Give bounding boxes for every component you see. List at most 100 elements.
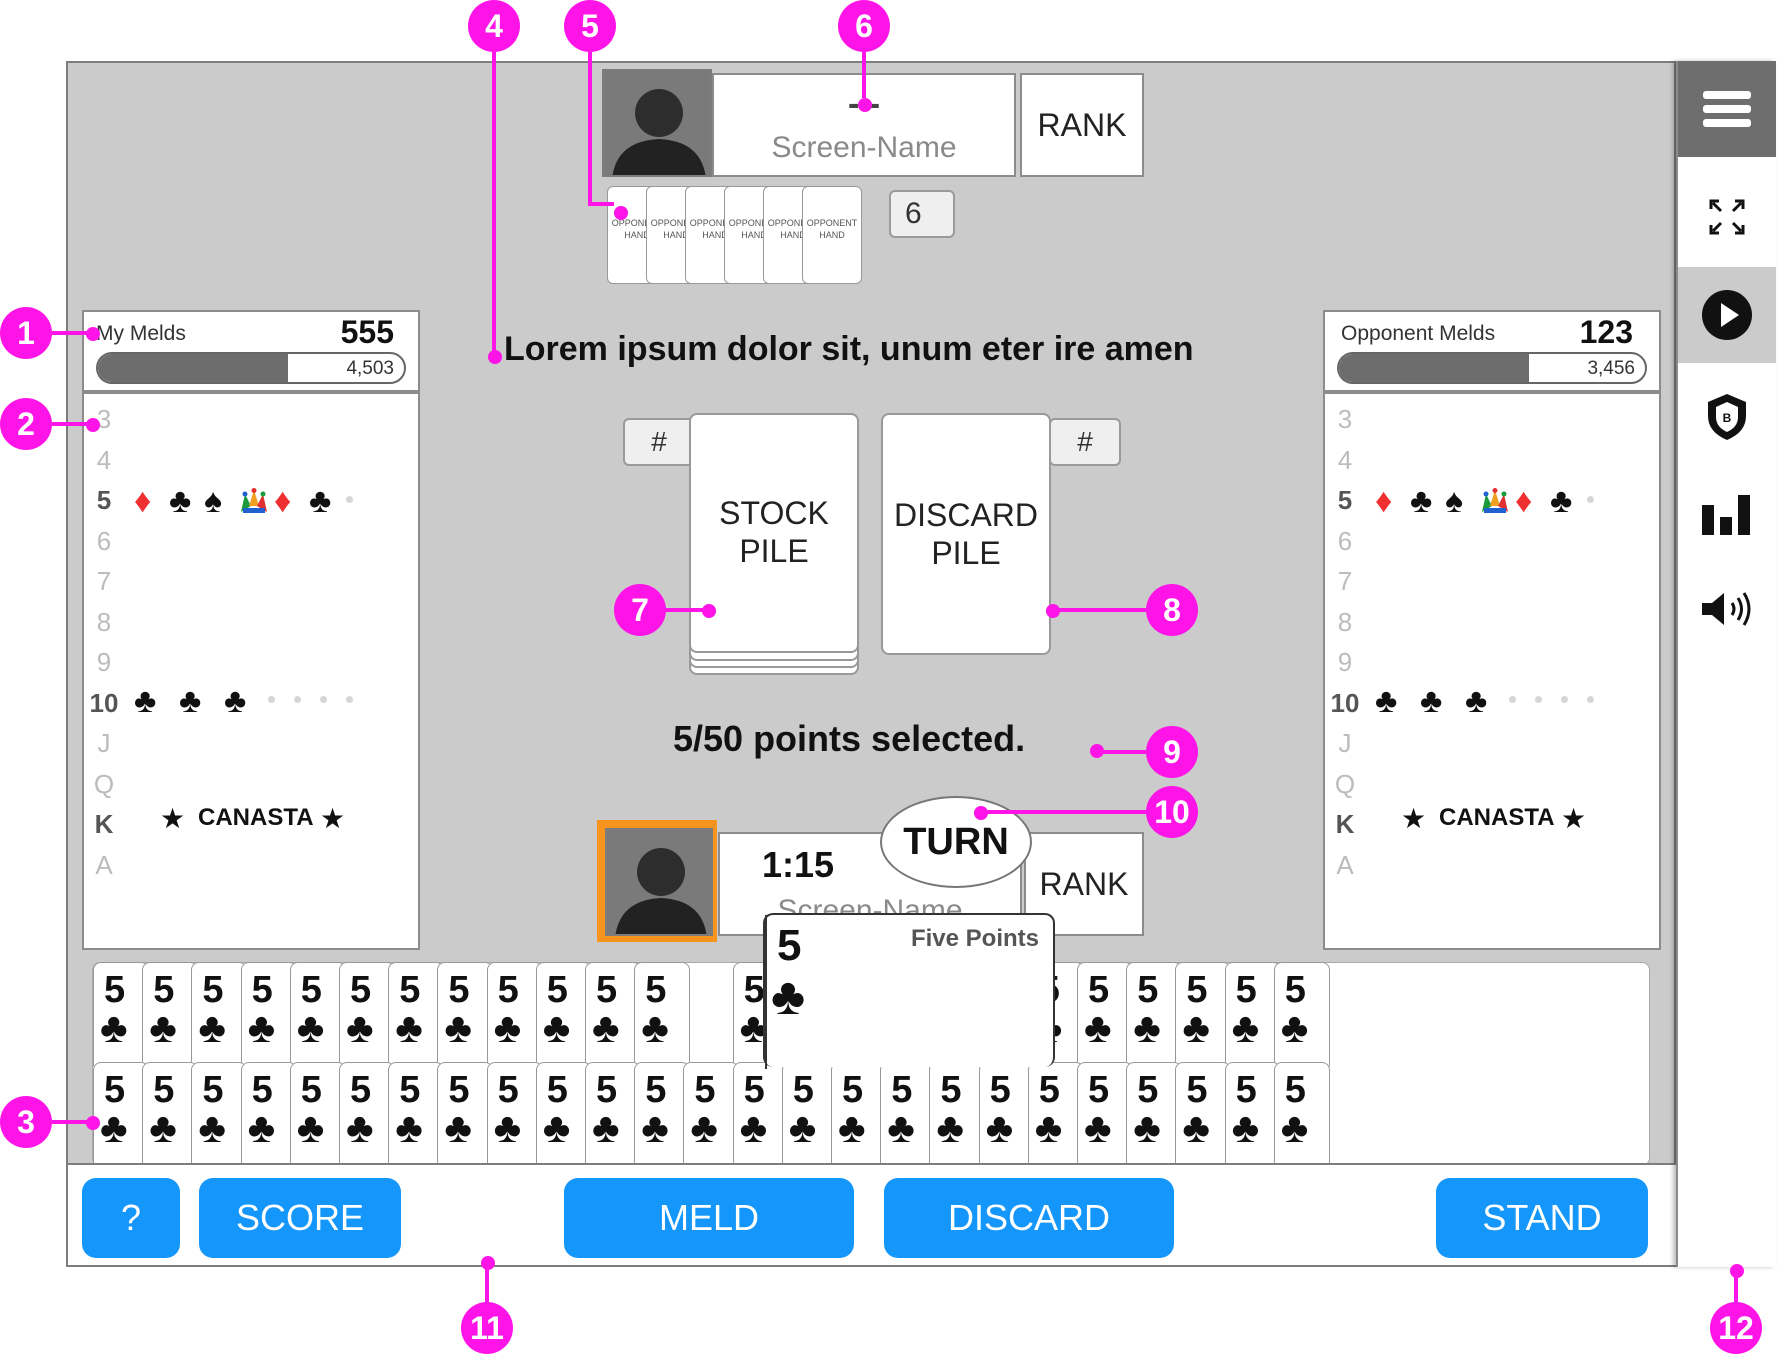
club-icon: ♣ — [1465, 682, 1488, 720]
hand-card[interactable]: 5♣ — [388, 1062, 445, 1172]
hand-card[interactable]: 5♣ — [1224, 962, 1281, 1072]
volume-button[interactable] — [1678, 561, 1776, 657]
badge-icon: B — [1708, 394, 1746, 440]
hand-card[interactable]: 5♣ — [191, 1062, 248, 1172]
hand-card[interactable]: 5♣ — [1126, 1062, 1183, 1172]
hand-card[interactable]: 5♣ — [781, 1062, 838, 1172]
discard-count: # — [1049, 418, 1121, 466]
callout-dot — [614, 206, 628, 220]
meld-row-label: J — [1338, 728, 1352, 758]
hand-card[interactable]: 5♣ — [535, 1062, 592, 1172]
meld-row-label: 7 — [1337, 566, 1353, 596]
callout-badge: 5 — [564, 0, 616, 52]
meld-row-label: 10 — [1330, 687, 1360, 718]
hand-card-suit: ♣ — [149, 1004, 177, 1051]
stock-pile[interactable]: STOCK PILE — [689, 413, 859, 675]
meld-row-label: J — [97, 728, 111, 758]
hand-card[interactable]: 5♣ — [683, 1062, 740, 1172]
meld-row-label: A — [95, 849, 113, 880]
hand-card[interactable]: 5♣ — [585, 1062, 641, 1172]
menu-button[interactable] — [1678, 61, 1776, 157]
hand-card[interactable]: 5♣ — [93, 1062, 149, 1172]
hand-card[interactable]: 5♣ — [1273, 1062, 1330, 1172]
club-icon: ♣ — [169, 482, 192, 520]
fullscreen-button[interactable] — [1678, 169, 1776, 265]
hand-card[interactable]: 5♣ — [486, 1062, 543, 1172]
diamond-icon: ♦ — [1375, 482, 1393, 520]
hand-card[interactable]: 5♣ — [1126, 962, 1183, 1072]
tooltip-text: Five Points — [910, 925, 1039, 952]
discard-button[interactable]: DISCARD — [884, 1178, 1174, 1258]
hand-card-suit: ♣ — [936, 1104, 964, 1151]
meld-button[interactable]: MELD — [564, 1178, 854, 1258]
opp-melds-header: Opponent Melds 123 3,456 — [1323, 310, 1661, 392]
hand-card[interactable]: 5♣ — [880, 1062, 937, 1172]
help-button[interactable]: ? — [82, 1178, 180, 1258]
hand-card[interactable]: 5♣ — [93, 962, 149, 1072]
hand-card[interactable]: 5♣ — [1273, 962, 1330, 1072]
hand-card-suit: ♣ — [1034, 1104, 1063, 1151]
hand-card[interactable]: 5♣ — [339, 962, 395, 1072]
hand-card[interactable]: 5♣ — [437, 962, 494, 1072]
hand-card[interactable]: 5♣ — [289, 962, 346, 1072]
play-button[interactable] — [1678, 267, 1776, 363]
hand-card[interactable]: 5♣ — [142, 962, 199, 1072]
game-message: Lorem ipsum dolor sit, unum eter ire ame… — [504, 330, 1194, 368]
hand-card[interactable]: 5♣ — [535, 962, 592, 1072]
opp-melds-progress: 3,456 — [1337, 352, 1647, 384]
player-avatar — [605, 828, 713, 936]
discard-pile[interactable]: DISCARD PILE — [881, 413, 1051, 655]
callout-dot — [1046, 604, 1060, 618]
hand-card-suit: ♣ — [493, 1104, 522, 1151]
hand-card-suit: ♣ — [444, 1104, 472, 1151]
hand-card[interactable]: 5♣ — [1027, 1062, 1084, 1172]
discard-label-2: PILE — [931, 535, 1001, 571]
hand-card[interactable]: 5♣ — [1224, 1062, 1281, 1172]
hand-card[interactable]: 5♣ — [388, 962, 445, 1072]
hand-card[interactable]: 5♣ — [240, 962, 297, 1072]
empty-slot-dot — [320, 696, 327, 703]
stand-button[interactable]: STAND — [1436, 1178, 1648, 1258]
hand-card[interactable]: 5♣ — [831, 1062, 887, 1172]
hand-card[interactable]: 5♣ — [585, 962, 641, 1072]
hand-card[interactable]: 5♣ — [437, 1062, 494, 1172]
empty-slot-dot — [294, 696, 301, 703]
hand-card-suit: ♣ — [887, 1104, 915, 1151]
score-button[interactable]: SCORE — [199, 1178, 401, 1258]
hand-card-suit: ♣ — [542, 1004, 571, 1051]
hand-card[interactable]: 5♣ — [191, 962, 248, 1072]
empty-slot-dot — [1587, 696, 1594, 703]
hand-card[interactable]: 5♣ — [1175, 962, 1232, 1072]
hand-card[interactable]: 5♣ — [289, 1062, 346, 1172]
selected-card-tooltip[interactable]: 5 ♣ Five Points — [763, 913, 1055, 1069]
stats-button[interactable] — [1678, 465, 1776, 561]
hand-card[interactable]: 5♣ — [1077, 962, 1133, 1072]
opp-melds-score: 123 — [1579, 314, 1633, 350]
hand-card[interactable]: 5♣ — [978, 1062, 1035, 1172]
hand-card[interactable]: 5♣ — [339, 1062, 395, 1172]
hand-card[interactable]: 5♣ — [1077, 1062, 1133, 1172]
hand-card-suit: ♣ — [296, 1004, 325, 1051]
empty-slot-dot — [268, 696, 275, 703]
callout-line — [588, 202, 614, 206]
callout-dot — [974, 806, 988, 820]
hand-card[interactable]: 5♣ — [732, 1062, 789, 1172]
callout-dot — [1730, 1264, 1744, 1278]
hand-card[interactable]: 5♣ — [486, 962, 543, 1072]
badge-button[interactable]: B — [1678, 369, 1776, 465]
meld-row-label: 5 — [1337, 485, 1353, 515]
hand-card-suit: ♣ — [1231, 1004, 1260, 1051]
hand-card[interactable]: 5♣ — [929, 1062, 986, 1172]
callout-dot — [488, 350, 502, 364]
hand-card[interactable]: 5♣ — [240, 1062, 297, 1172]
callout-badge: 11 — [461, 1302, 513, 1354]
hand-card[interactable]: 5♣ — [142, 1062, 199, 1172]
hand-card-suit: ♣ — [395, 1004, 423, 1051]
hand-card[interactable]: 5♣ — [634, 1062, 691, 1172]
hand-card-suit: ♣ — [444, 1004, 472, 1051]
hand-card[interactable]: 5♣ — [634, 962, 691, 1072]
meld-row-label: 6 — [1337, 525, 1353, 556]
hand-card-suit: ♣ — [247, 1104, 276, 1151]
diamond-icon: ♦ — [134, 482, 152, 520]
hand-card[interactable]: 5♣ — [1175, 1062, 1232, 1172]
